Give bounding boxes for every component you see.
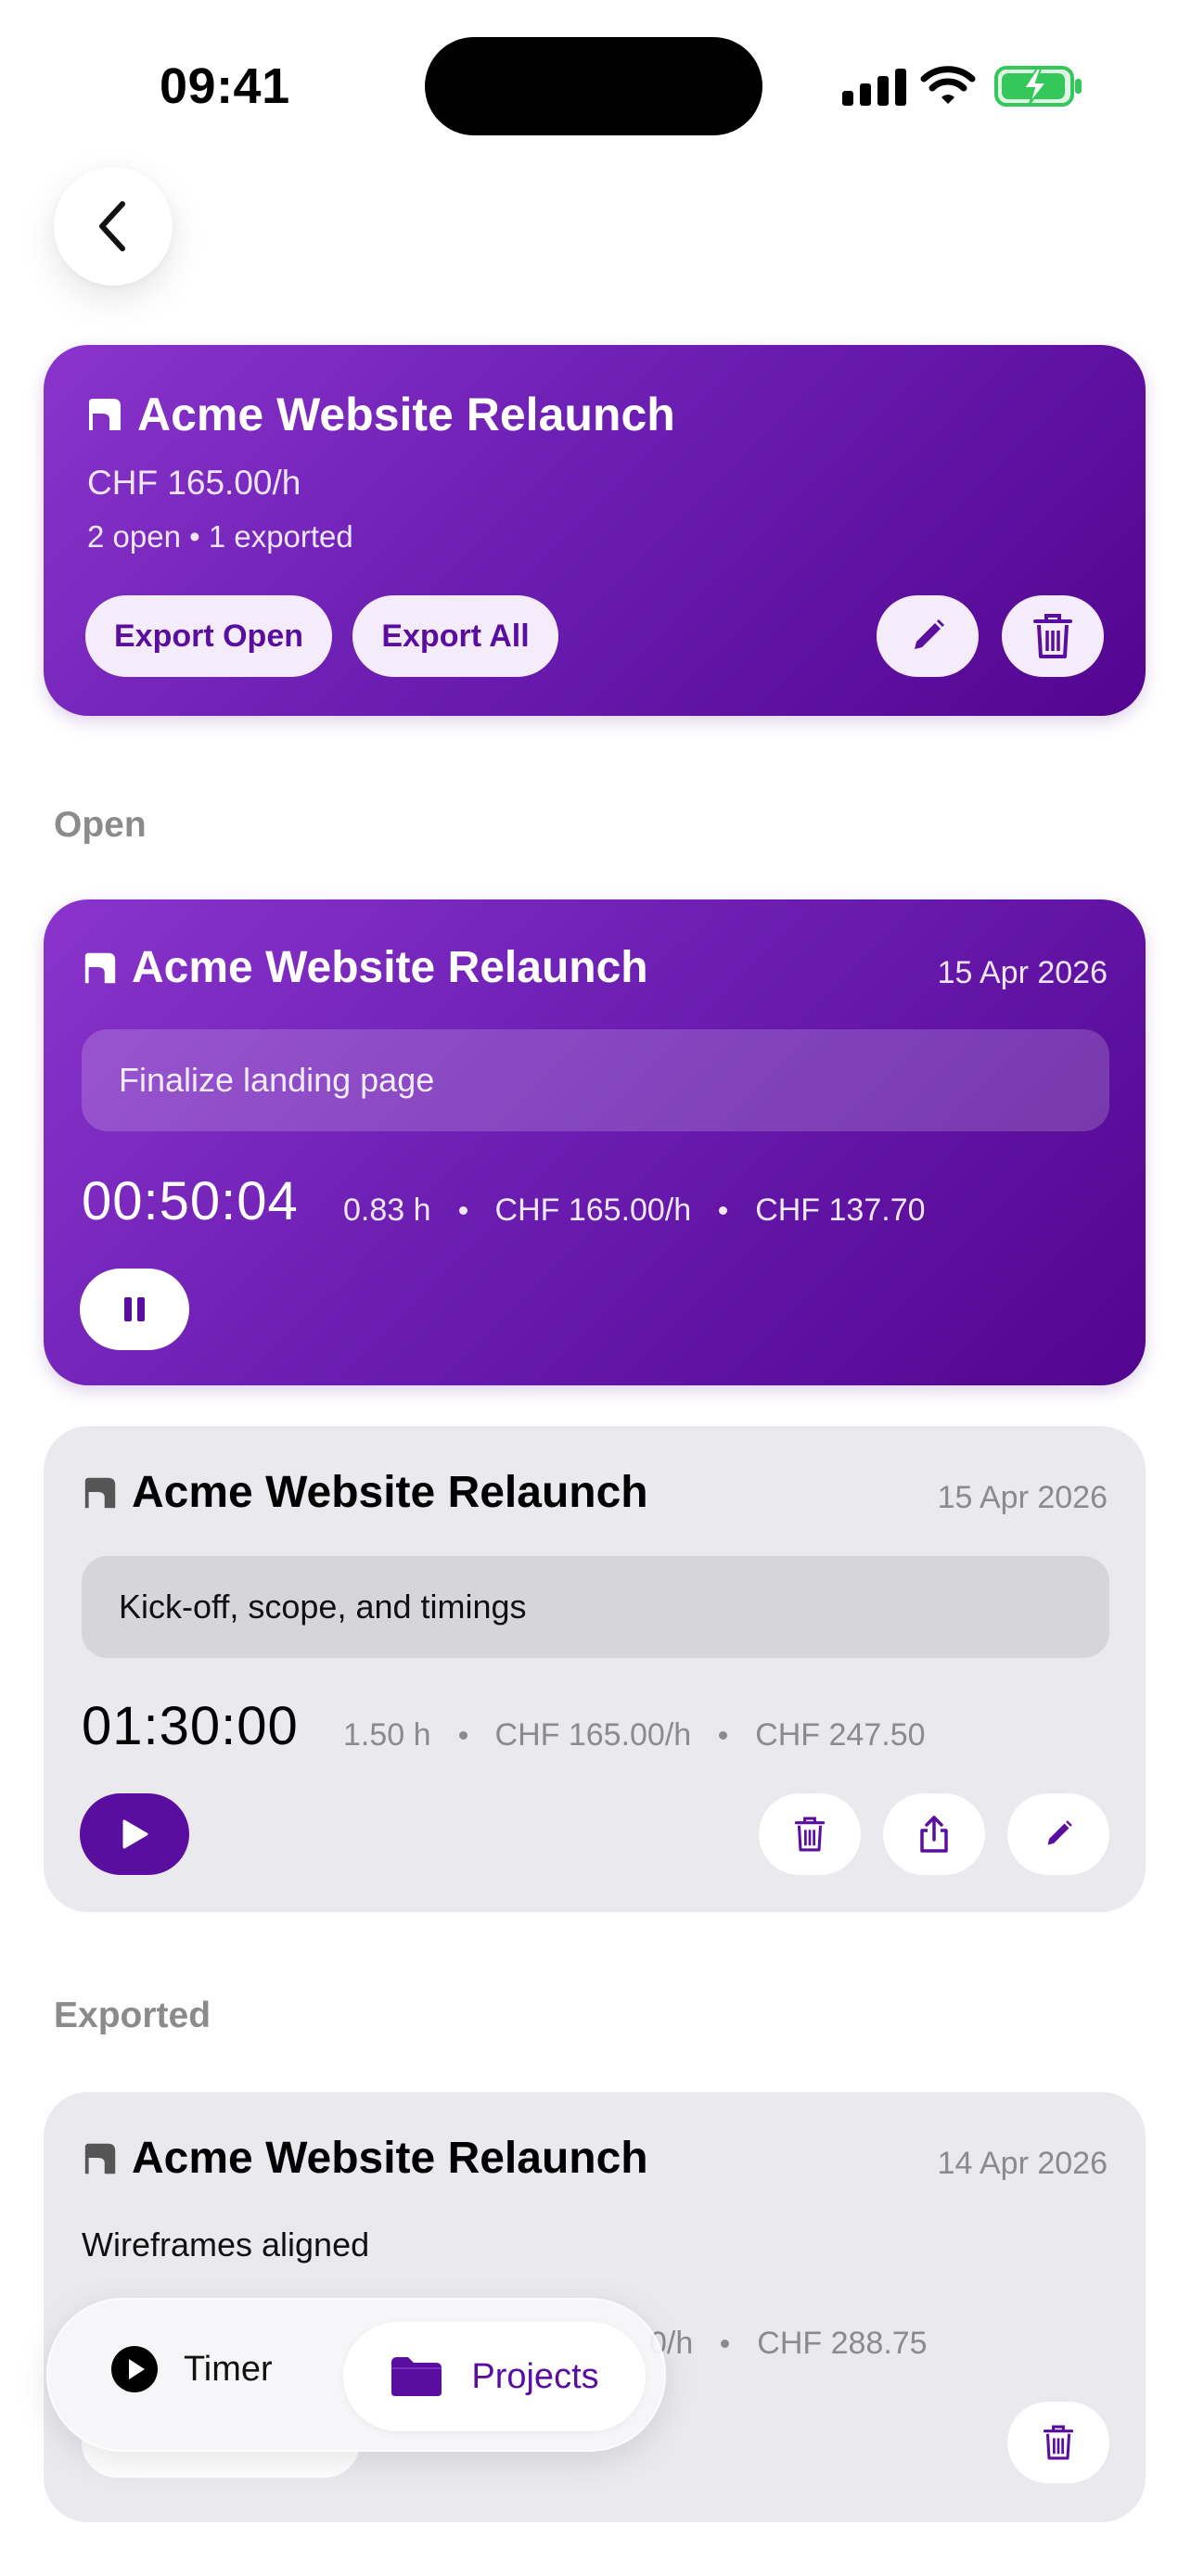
wifi-icon — [920, 66, 976, 104]
separator-dot — [721, 2340, 730, 2348]
delete-project-button[interactable] — [1002, 595, 1104, 677]
trash-icon — [794, 1817, 826, 1852]
share-icon — [920, 1816, 948, 1853]
pencil-icon — [915, 619, 944, 649]
bookmark-icon — [84, 952, 116, 983]
trash-icon — [1033, 614, 1072, 658]
entry-title-row: Acme Website Relaunch — [82, 942, 648, 993]
entry-title: Acme Website Relaunch — [132, 2134, 648, 2183]
project-title-row: Acme Website Relaunch — [85, 388, 675, 441]
entry-meta: 1.50 h CHF 165.00/h CHF 247.50 — [343, 1717, 926, 1753]
cellular-signal-icon — [842, 69, 906, 106]
export-open-button[interactable]: Export Open — [85, 595, 332, 677]
edit-project-button[interactable] — [877, 595, 979, 677]
entry-duration: 00:50:04 — [82, 1171, 299, 1231]
pencil-icon — [1047, 1820, 1072, 1845]
bookmark-icon — [84, 1477, 116, 1508]
play-circle-icon — [111, 2346, 158, 2392]
chevron-left-icon — [99, 201, 125, 251]
entry-date: 14 Apr 2026 — [937, 2146, 1108, 2181]
tab-timer-label: Timer — [184, 2349, 273, 2389]
play-icon — [122, 1819, 148, 1849]
delete-entry-button[interactable] — [1007, 2402, 1109, 2483]
entry-meta: 0/h CHF 288.75 — [649, 2326, 928, 2362]
entry-hours: 1.50 h — [343, 1717, 431, 1753]
separator-dot — [719, 1206, 728, 1215]
pause-button[interactable] — [80, 1269, 189, 1350]
entry-amount: CHF 288.75 — [757, 2326, 928, 2361]
entry-amount: CHF 137.70 — [755, 1192, 926, 1228]
project-entry-counts: 2 open • 1 exported — [87, 519, 353, 554]
entry-hours: 0.83 h — [343, 1192, 431, 1228]
entry-title-row: Acme Website Relaunch — [82, 1467, 648, 1518]
entry-description-field[interactable]: Kick-off, scope, and timings — [82, 1556, 1109, 1658]
battery-charging-icon — [994, 66, 1082, 107]
tab-projects-label: Projects — [471, 2356, 599, 2396]
entry-description: Wireframes aligned — [82, 2225, 370, 2264]
entry-date: 15 Apr 2026 — [937, 955, 1108, 990]
entry-title-row: Acme Website Relaunch — [82, 2133, 648, 2184]
entry-meta: 0.83 h CHF 165.00/h CHF 137.70 — [343, 1192, 926, 1229]
tab-projects[interactable]: Projects — [343, 2322, 646, 2431]
bookmark-icon — [84, 2143, 116, 2174]
separator-dot — [458, 1731, 467, 1740]
section-exported-heading: Exported — [54, 1996, 211, 2035]
entry-description-field[interactable]: Finalize landing page — [82, 1029, 1109, 1131]
section-open-heading: Open — [54, 805, 147, 845]
entry-date: 15 Apr 2026 — [937, 1480, 1108, 1515]
dynamic-island — [425, 37, 762, 135]
entry-rate: CHF 165.00/h — [494, 1717, 692, 1753]
delete-entry-button[interactable] — [759, 1793, 861, 1875]
project-rate: CHF 165.00/h — [87, 464, 301, 502]
folder-icon — [391, 2357, 442, 2396]
back-button[interactable] — [54, 167, 173, 286]
bookmark-icon — [89, 399, 121, 430]
pause-icon — [124, 1297, 145, 1321]
entry-rate: CHF 165.00/h — [494, 1192, 692, 1228]
resume-button[interactable] — [80, 1793, 189, 1875]
export-all-button[interactable]: Export All — [352, 595, 558, 677]
tab-timer[interactable]: Timer — [109, 2344, 273, 2394]
entry-duration: 01:30:00 — [82, 1696, 299, 1756]
edit-entry-button[interactable] — [1007, 1793, 1109, 1875]
project-title: Acme Website Relaunch — [137, 389, 675, 440]
entry-title: Acme Website Relaunch — [132, 1468, 648, 1517]
entry-amount: CHF 247.50 — [755, 1717, 926, 1753]
share-entry-button[interactable] — [883, 1793, 985, 1875]
separator-dot — [458, 1206, 467, 1215]
trash-icon — [1043, 2425, 1074, 2460]
entry-title: Acme Website Relaunch — [132, 943, 648, 992]
separator-dot — [719, 1731, 728, 1740]
status-time: 09:41 — [160, 58, 290, 114]
